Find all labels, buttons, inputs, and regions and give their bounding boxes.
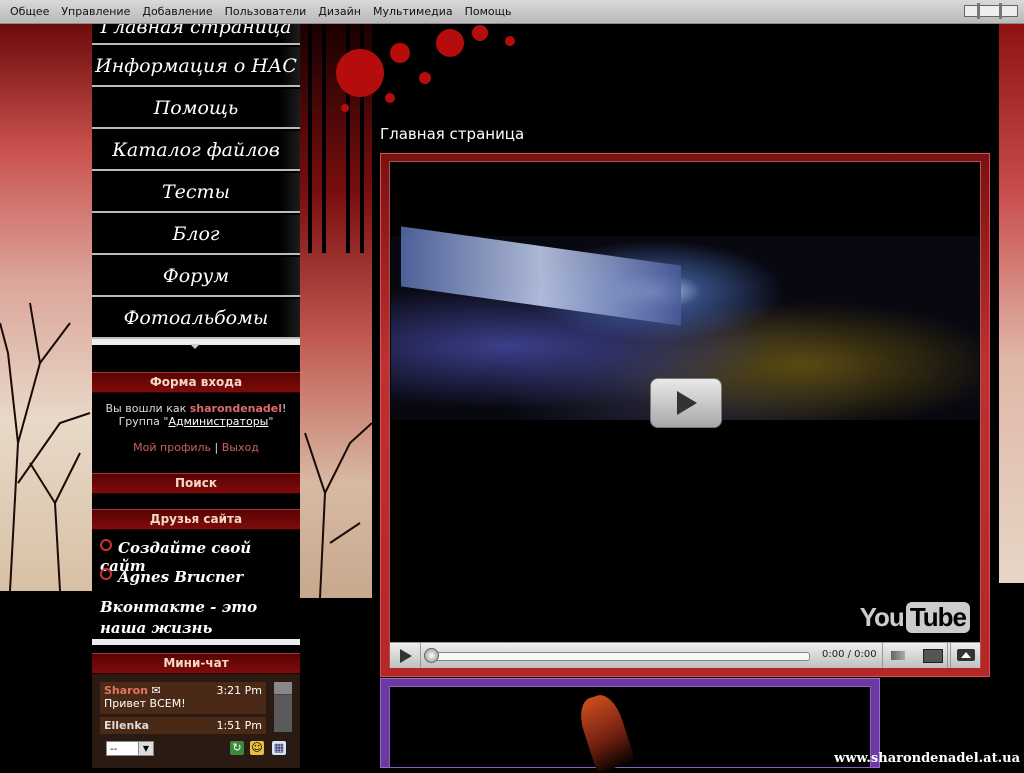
nav-photo-albums[interactable]: Фотоальбомы xyxy=(92,299,300,339)
play-icon xyxy=(400,649,412,663)
main-navigation: Главная страница Информация о НАС Помощь… xyxy=(92,23,300,349)
fullscreen-button[interactable] xyxy=(950,643,981,668)
background-art-left xyxy=(0,23,92,591)
play-button[interactable] xyxy=(650,378,722,428)
youtube-logo[interactable]: You Tube xyxy=(860,602,970,633)
chat-time: 3:21 Pm xyxy=(216,684,262,697)
refresh-icon[interactable]: ↻ xyxy=(230,741,244,755)
seek-handle[interactable] xyxy=(424,648,439,663)
play-icon xyxy=(677,391,697,415)
envelope-icon[interactable]: ✉ xyxy=(152,684,161,697)
friends-bottom-divider xyxy=(92,639,300,645)
chat-message: Ellenka 1:51 Pm xyxy=(100,717,266,734)
menu-management[interactable]: Управление xyxy=(55,5,136,18)
nav-tests[interactable]: Тесты xyxy=(92,173,300,213)
nav-files[interactable]: Каталог файлов xyxy=(92,131,300,171)
toolbar-width-slider[interactable] xyxy=(964,3,1018,19)
chevron-down-icon: ▼ xyxy=(138,742,153,755)
nav-bottom-divider xyxy=(92,339,300,349)
fullscreen-icon xyxy=(957,649,975,661)
logged-in-label: Вы вошли как xyxy=(105,402,190,415)
menu-design[interactable]: Дизайн xyxy=(312,5,367,18)
friends-block: Создайте свой сайт Agnes Brucner Вконтак… xyxy=(92,531,300,643)
chat-nick[interactable]: Ellenka xyxy=(104,719,149,732)
nav-forum[interactable]: Форум xyxy=(92,257,300,297)
youtube-player[interactable]: You Tube 0:00 / 0:00 xyxy=(389,161,981,668)
tree-branches-decor xyxy=(0,302,91,591)
minichat-block-title: Мини-чат xyxy=(92,653,300,674)
player-size-button[interactable] xyxy=(915,643,948,668)
friend-link-vkontakte[interactable]: Вконтакте - это наша жизнь xyxy=(100,597,290,639)
site-watermark: www.sharondenadel.at.ua xyxy=(834,751,1020,766)
admin-menu: Общее Управление Добавление Пользователи… xyxy=(4,0,518,23)
second-video-player[interactable] xyxy=(389,686,871,773)
chat-time: 1:51 Pm xyxy=(216,719,262,732)
screen-size-icon xyxy=(923,649,943,663)
admin-toolbar: Общее Управление Добавление Пользователи… xyxy=(0,0,1024,24)
nav-help[interactable]: Помощь xyxy=(92,89,300,129)
menu-users[interactable]: Пользователи xyxy=(219,5,313,18)
nav-home[interactable]: Главная страница xyxy=(92,23,300,45)
chat-nick[interactable]: Sharon xyxy=(104,684,148,697)
search-block-title[interactable]: Поиск xyxy=(92,473,300,494)
login-block: Вы вошли как sharondenadel! Группа "Адми… xyxy=(92,398,300,470)
profile-link[interactable]: Мой профиль xyxy=(133,441,211,454)
menu-multimedia[interactable]: Мультимедиа xyxy=(367,5,459,18)
menu-help[interactable]: Помощь xyxy=(459,5,518,18)
minichat-block: Sharon ✉ 3:21 Pm Привет ВСЕМ! Ellenka 1:… xyxy=(92,674,300,768)
friend-link-agnes[interactable]: Agnes Brucner xyxy=(100,568,243,586)
username: sharondenadel xyxy=(189,402,283,415)
blood-splatter-decor xyxy=(336,25,515,112)
seek-bar[interactable] xyxy=(428,652,810,661)
chat-text: Привет ВСЕМ! xyxy=(104,697,186,710)
control-play-button[interactable] xyxy=(390,643,421,668)
nav-about[interactable]: Информация о НАС xyxy=(92,47,300,87)
login-block-title: Форма входа xyxy=(92,372,300,393)
menu-general[interactable]: Общее xyxy=(4,5,55,18)
smiley-icon[interactable]: ☺ xyxy=(250,741,264,755)
bullet-icon xyxy=(100,568,112,580)
menu-add[interactable]: Добавление xyxy=(136,5,218,18)
volume-icon xyxy=(891,651,905,660)
calendar-icon[interactable]: ▦ xyxy=(272,741,286,755)
bullet-icon xyxy=(100,539,112,551)
friends-block-title: Друзья сайта xyxy=(92,509,300,530)
group-link[interactable]: Администраторы xyxy=(168,415,268,428)
player-controls: 0:00 / 0:00 xyxy=(390,642,980,668)
chat-message: Sharon ✉ 3:21 Pm Привет ВСЕМ! xyxy=(100,682,266,714)
page-title: Главная страница xyxy=(380,125,525,143)
logout-link[interactable]: Выход xyxy=(222,441,259,454)
background-art-right xyxy=(999,23,1024,583)
chat-filter-select[interactable]: -- ▼ xyxy=(106,741,154,756)
nav-blog[interactable]: Блог xyxy=(92,215,300,255)
chat-scrollbar[interactable] xyxy=(274,682,292,732)
volume-button[interactable] xyxy=(882,643,913,668)
time-display: 0:00 / 0:00 xyxy=(822,649,877,660)
